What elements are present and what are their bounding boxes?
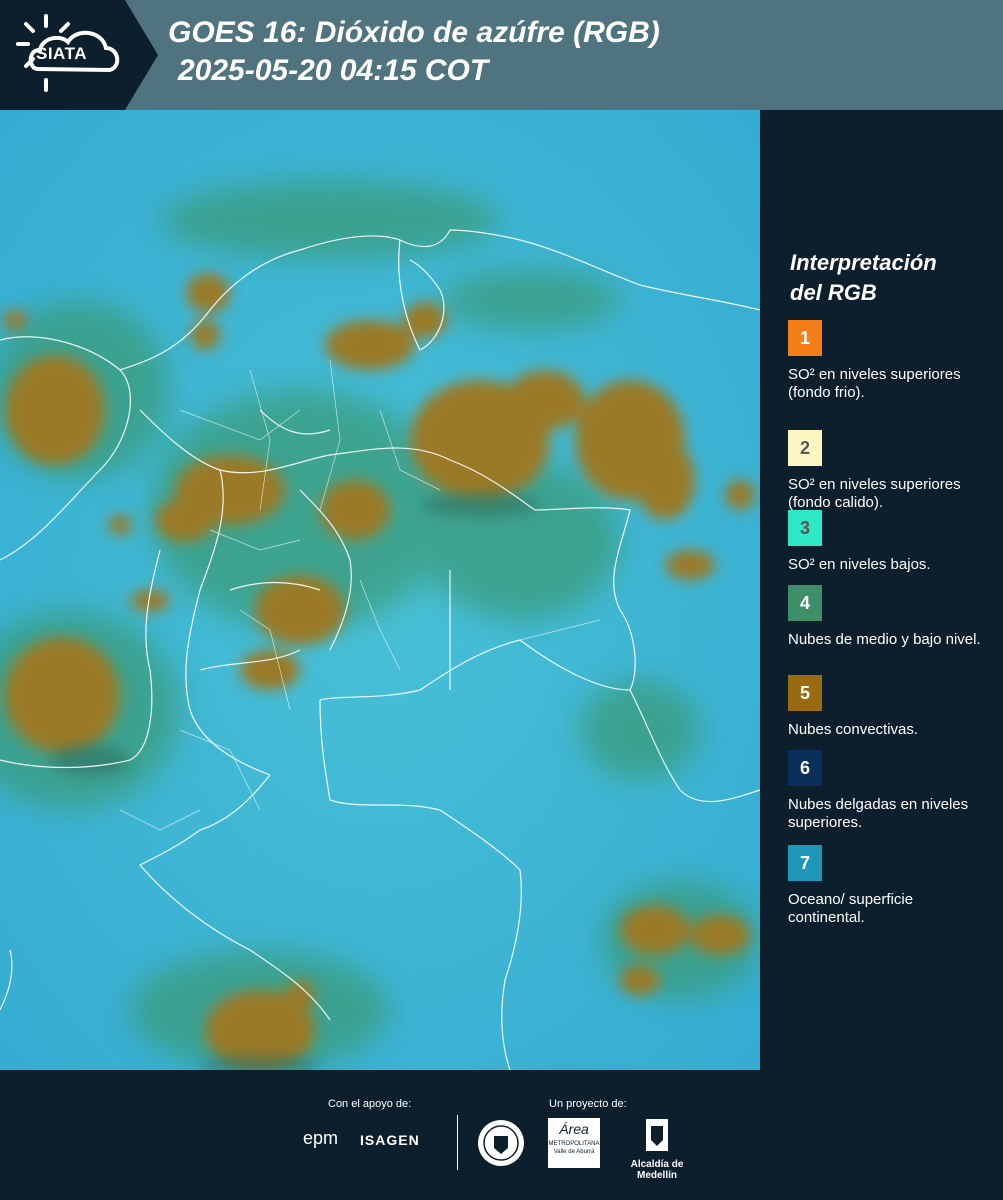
legend-item: 4 Nubes de medio y bajo nivel. [788, 585, 993, 649]
legend-description: Nubes convectivas. [788, 721, 919, 738]
epm-logo: epm [303, 1128, 339, 1148]
header-bar: SIATA GOES 16: Dióxido de azúfre (RGB) 2… [0, 0, 1003, 110]
project-label: Un proyecto de: [549, 1098, 627, 1110]
footer: Con el apoyo de: Un proyecto de: epm ISA… [0, 1070, 1003, 1200]
satellite-rgb-map [0, 110, 760, 1070]
legend-description: Nubes delgadas en niveles superiores. [788, 796, 969, 831]
alcaldia-logo: Alcaldía de Medellín [612, 1118, 702, 1181]
legend-swatch: 4 [788, 585, 822, 621]
legend-description: SO² en niveles superiores (fondo calido)… [788, 476, 961, 511]
legend-title-line1: Interpretación [790, 250, 937, 275]
page-title: GOES 16: Dióxido de azúfre (RGB) 2025-05… [168, 14, 660, 90]
legend-item: 3 SO² en niveles bajos. [788, 510, 993, 574]
legend-panel: Interpretación del RGB 1 SO² en niveles s… [760, 110, 1003, 1070]
isagen-logo: ISAGEN [360, 1132, 420, 1148]
title-timestamp: 2025-05-20 04:15 COT [178, 54, 489, 87]
legend-swatch: 7 [788, 845, 822, 881]
legend-swatch: 2 [788, 430, 822, 466]
legend-swatch: 5 [788, 675, 822, 711]
legend-description: SO² en niveles bajos. [788, 556, 931, 573]
legend-title-line2: del RGB [790, 280, 877, 305]
siata-logo: SIATA [0, 0, 158, 110]
satellite-image [0, 110, 760, 1070]
legend-item: 6 Nubes delgadas en niveles superiores. [788, 750, 993, 832]
legend-description: Nubes de medio y bajo nivel. [788, 631, 981, 648]
title-product: GOES 16: Dióxido de azúfre (RGB) [168, 16, 660, 49]
medellin-shield-icon [646, 1119, 668, 1151]
area-logo-name: Área [559, 1121, 589, 1137]
legend-description: SO² en niveles superiores (fondo frio). [788, 366, 961, 401]
legend-title: Interpretación del RGB [790, 248, 990, 308]
legend-item: 2 SO² en niveles superiores (fondo calido… [788, 430, 993, 512]
area-logo-sub: METROPOLITANA Valle de Aburrá [548, 1141, 600, 1155]
legend-description: Oceano/ superficie continental. [788, 891, 914, 926]
support-label: Con el apoyo de: [328, 1098, 412, 1110]
legend-swatch: 6 [788, 750, 822, 786]
legend-item: 7 Oceano/ superficie continental. [788, 845, 993, 927]
area-metropolitana-logo: Área METROPOLITANA Valle de Aburrá [548, 1118, 600, 1168]
legend-swatch: 1 [788, 320, 822, 356]
legend-item: 1 SO² en niveles superiores (fondo frio). [788, 320, 993, 402]
legend-item: 5 Nubes convectivas. [788, 675, 993, 739]
legend-swatch: 3 [788, 510, 822, 546]
siata-wordmark: SIATA [36, 44, 87, 63]
government-seal-icon [478, 1120, 524, 1166]
alcaldia-text: Alcaldía de Medellín [630, 1159, 684, 1181]
footer-divider [457, 1115, 458, 1170]
